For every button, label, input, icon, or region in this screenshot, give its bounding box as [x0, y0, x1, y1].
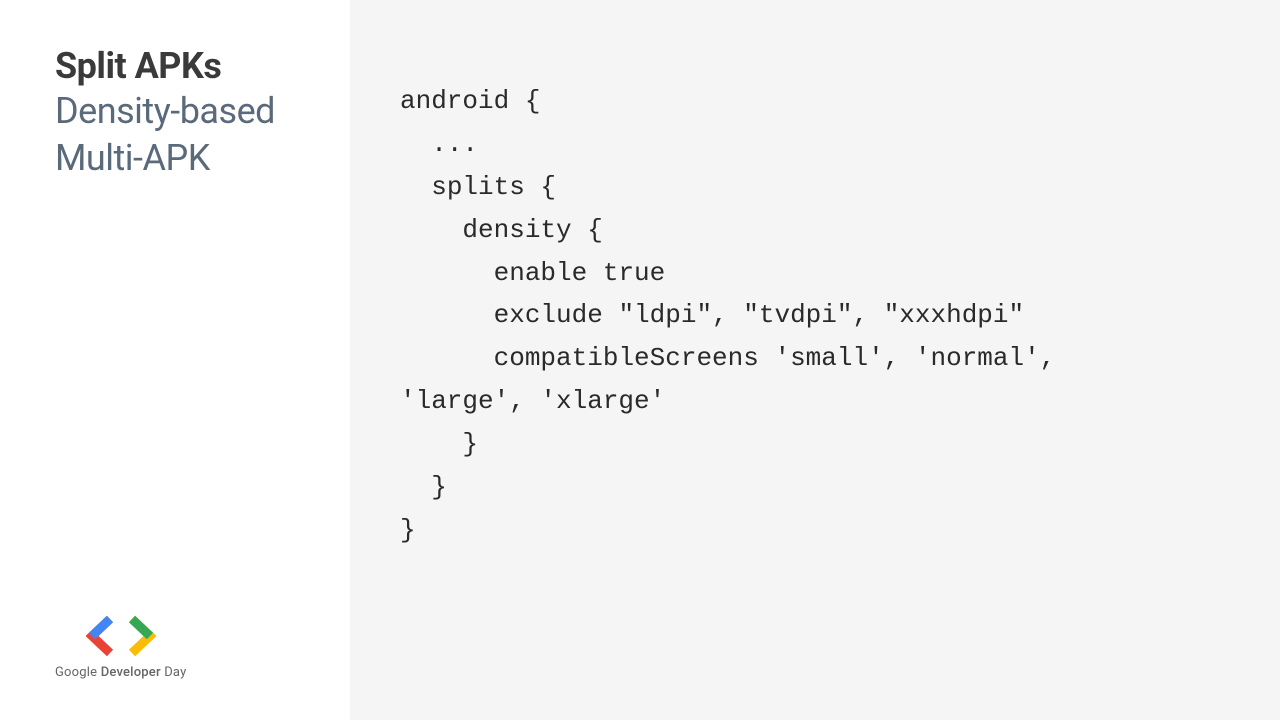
logo-text: Google Developer Day: [55, 665, 186, 680]
title-bold: Split APKs: [55, 45, 320, 88]
title-subtitle-line2: Multi-APK: [55, 135, 320, 182]
logo-area: Google Developer Day: [55, 615, 186, 680]
code-block: android { ... splits { density { enable …: [400, 80, 1230, 552]
slide-title: Split APKs Density-based Multi-APK: [55, 45, 320, 182]
developer-logo-icon: [55, 615, 186, 657]
title-subtitle-line1: Density-based: [55, 88, 320, 135]
logo-text-day: Day: [164, 665, 186, 680]
logo-text-google: Google: [55, 665, 97, 680]
sidebar: Split APKs Density-based Multi-APK Googl…: [0, 0, 350, 720]
logo-text-developer: Developer: [101, 665, 161, 680]
main-content: android { ... splits { density { enable …: [350, 0, 1280, 720]
